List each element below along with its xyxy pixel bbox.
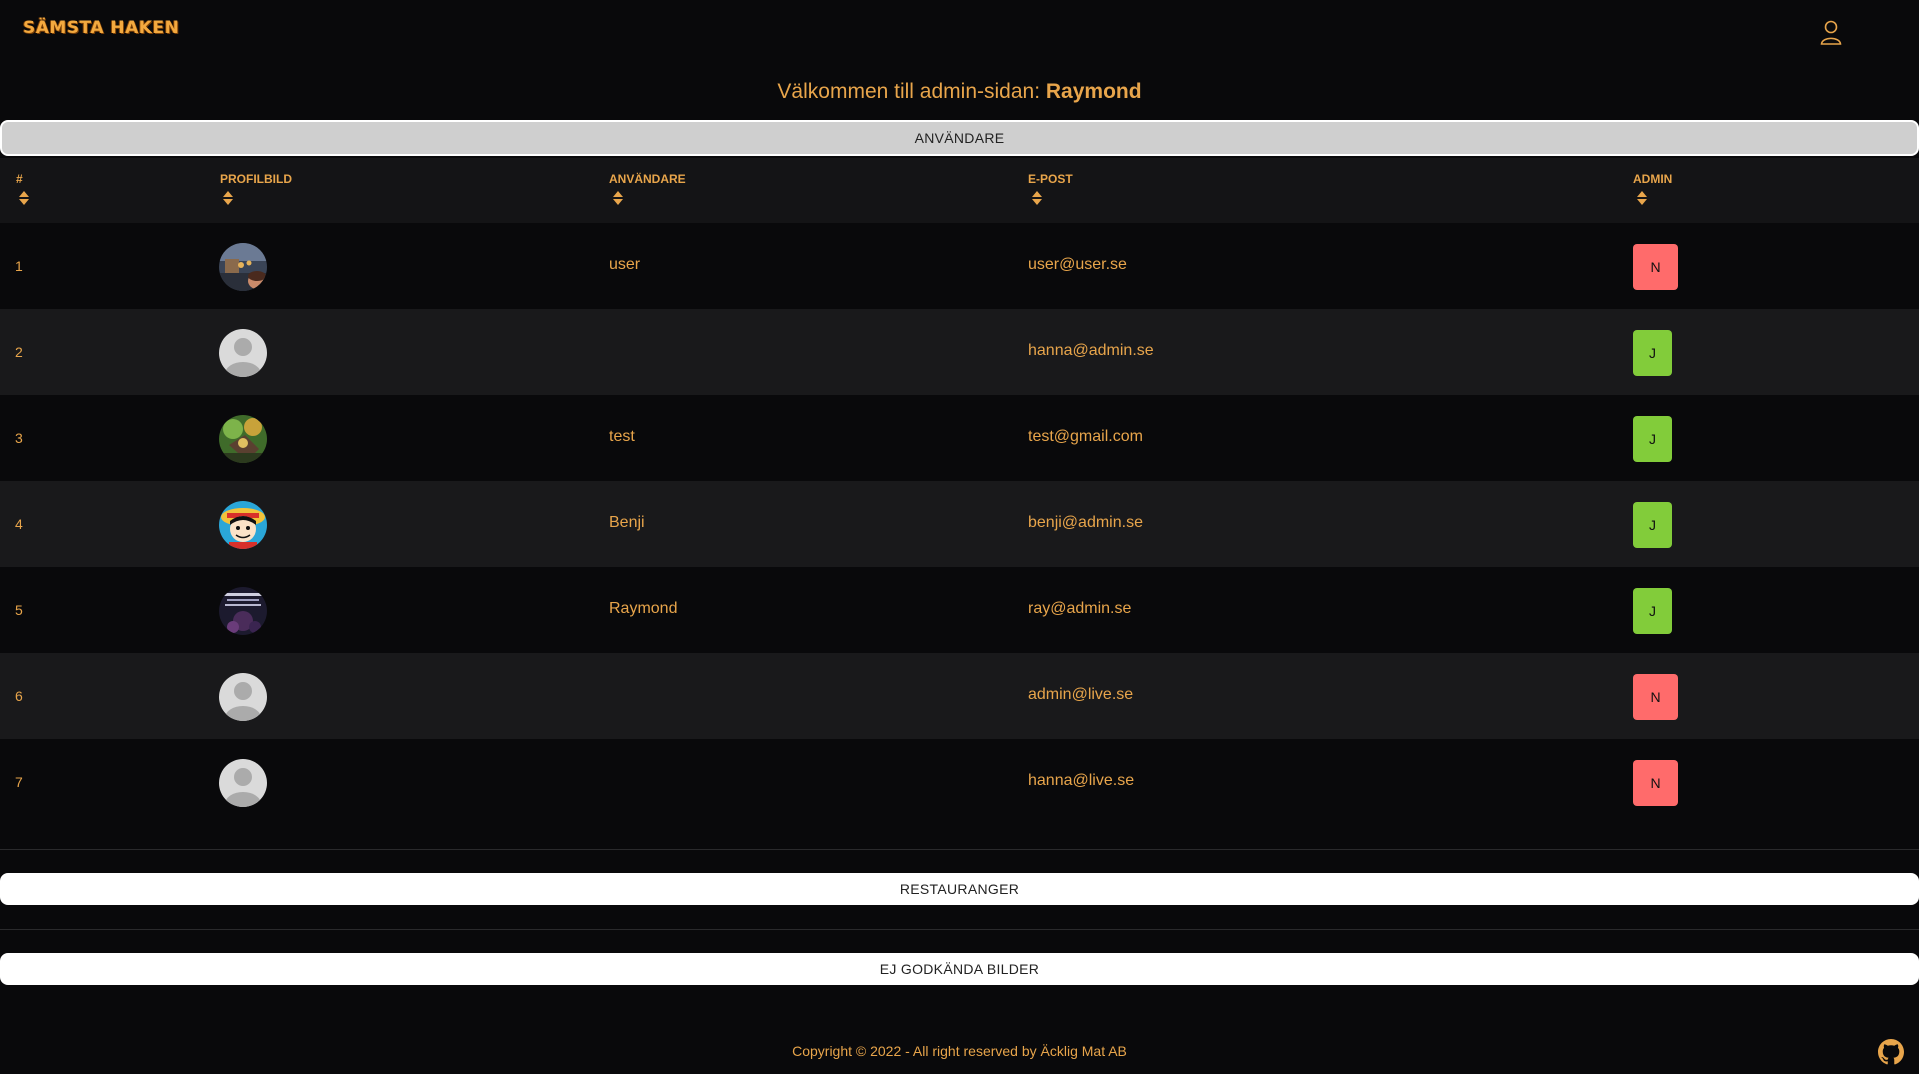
row-index: 1 [15,258,23,274]
profile-avatar [219,501,267,549]
row-username: user [609,256,641,273]
default-avatar-icon [219,759,267,807]
default-avatar-icon [219,673,267,721]
sort-icon[interactable] [612,190,624,206]
table-row: 3 test test@gmail.com J [0,395,1919,481]
default-avatar-icon [219,329,267,377]
table-header: # PROFILBILD ANVÄNDARE E-POST ADMIN [0,158,1919,223]
site-logo[interactable]: SÄMSTA HAKEN [23,18,179,38]
table-row: 4 Benji benji@admin.se J [0,481,1919,567]
admin-status-badge[interactable]: J [1633,330,1672,376]
sort-icon[interactable] [1636,190,1648,206]
user-icon[interactable] [1819,19,1843,45]
welcome-prefix: Välkommen till admin-sidan: [777,80,1041,103]
table-row: 5 Raymond ray@admin.se J [0,567,1919,653]
restaurants-section-button[interactable]: RESTAURANGER [0,873,1919,905]
welcome-username: Raymond [1045,80,1142,103]
table-row: 2 hanna@admin.se J [0,309,1919,395]
row-email: hanna@live.se [1028,772,1135,789]
row-index: 3 [15,430,23,446]
divider [0,929,1919,930]
admin-status-badge[interactable]: N [1633,760,1678,806]
users-section-button[interactable]: ANVÄNDARE [0,120,1919,156]
unapproved-images-section-button[interactable]: EJ GODKÄNDA BILDER [0,953,1919,985]
table-row: 6 admin@live.se N [0,653,1919,739]
admin-status-badge[interactable]: J [1633,588,1672,634]
welcome-heading: Välkommen till admin-sidan: Raymond [0,80,1919,104]
row-email: user@user.se [1028,256,1127,273]
row-index: 5 [15,602,23,618]
row-email: admin@live.se [1028,686,1134,703]
column-header-profile-picture: PROFILBILD [220,172,292,186]
row-index: 7 [15,774,23,790]
profile-avatar [219,415,267,463]
navbar: SÄMSTA HAKEN [0,0,1919,62]
profile-avatar [219,587,267,635]
admin-status-badge[interactable]: J [1633,416,1672,462]
table-row: 7 hanna@live.se N [0,739,1919,825]
sort-icon[interactable] [18,190,30,206]
row-index: 6 [15,688,23,704]
admin-status-badge[interactable]: N [1633,674,1678,720]
row-username: Raymond [609,600,678,617]
admin-status-badge[interactable]: J [1633,502,1672,548]
admin-status-badge[interactable]: N [1633,244,1678,290]
github-icon[interactable] [1878,1039,1904,1065]
row-username: Benji [609,514,645,531]
footer-copyright: Copyright © 2022 - All right reserved by… [792,1043,1127,1059]
sort-icon[interactable] [1031,190,1043,206]
row-index: 2 [15,344,23,360]
profile-avatar [219,243,267,291]
divider [0,849,1919,850]
table-row: 1 user user@user.se N [0,223,1919,309]
column-header-index: # [16,172,23,186]
row-email: hanna@admin.se [1028,342,1154,359]
column-header-email: E-POST [1028,172,1073,186]
row-email: benji@admin.se [1028,514,1143,531]
row-email: ray@admin.se [1028,600,1132,617]
sort-icon[interactable] [222,190,234,206]
row-username: test [609,428,635,445]
column-header-admin: ADMIN [1633,172,1673,186]
row-email: test@gmail.com [1028,428,1143,445]
column-header-username: ANVÄNDARE [609,172,686,186]
row-index: 4 [15,516,23,532]
